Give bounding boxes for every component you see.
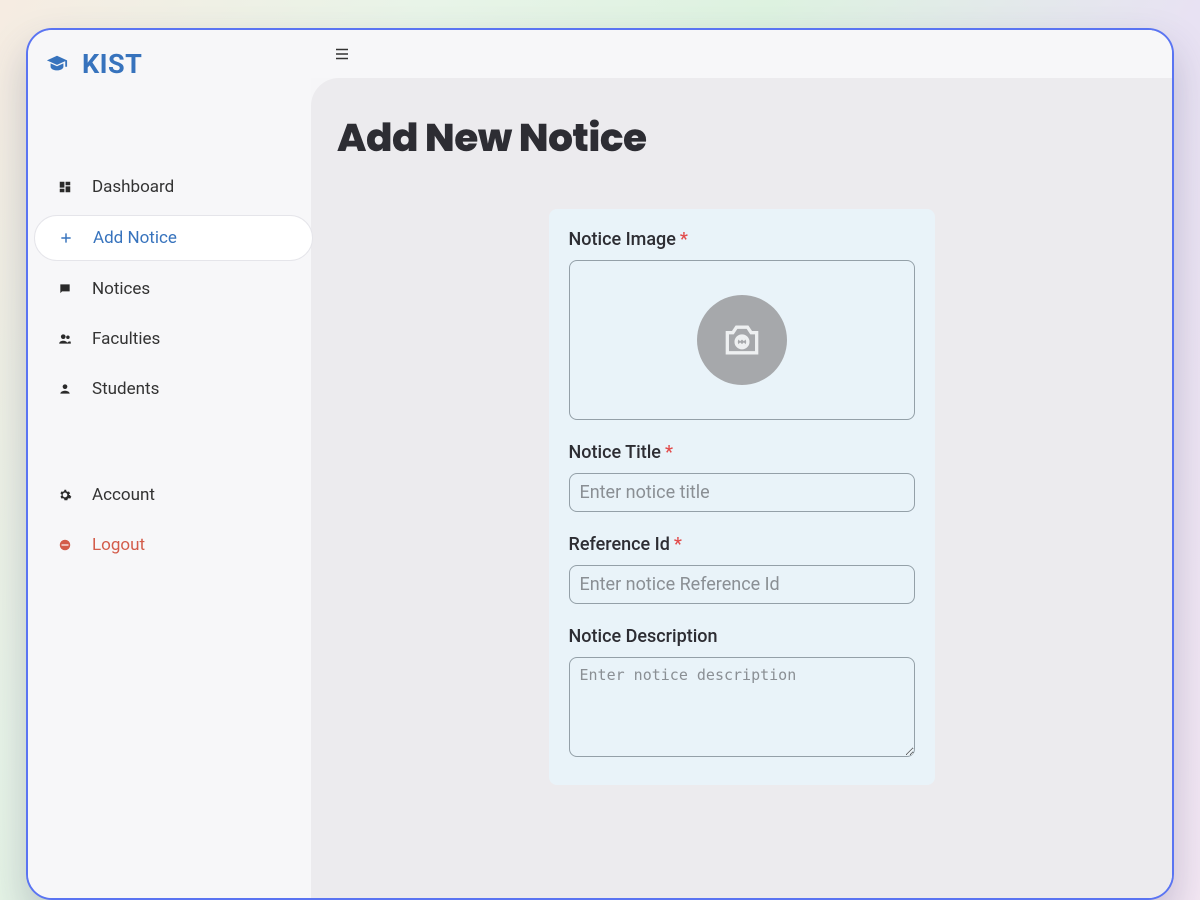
hamburger-icon[interactable] bbox=[333, 45, 351, 63]
required-mark: * bbox=[680, 229, 688, 250]
sidebar-item-label: Notices bbox=[92, 279, 150, 299]
sidebar-item-dashboard[interactable]: Dashboard bbox=[34, 165, 305, 209]
sidebar-item-label: Students bbox=[92, 379, 159, 399]
users-icon bbox=[56, 332, 74, 346]
sidebar-item-faculties[interactable]: Faculties bbox=[34, 317, 305, 361]
notice-image-upload[interactable] bbox=[569, 260, 915, 420]
content: Add New Notice Notice Image * bbox=[311, 78, 1172, 898]
notice-title-label: Notice Title * bbox=[569, 442, 915, 463]
gear-icon bbox=[56, 488, 74, 502]
required-mark: * bbox=[665, 442, 673, 463]
sidebar-item-label: Account bbox=[92, 485, 155, 505]
notice-description-input[interactable] bbox=[569, 657, 915, 757]
chat-icon bbox=[56, 282, 74, 296]
sidebar-item-account[interactable]: Account bbox=[34, 473, 305, 517]
sidebar-item-logout[interactable]: Logout bbox=[34, 523, 305, 567]
plus-icon bbox=[57, 231, 75, 245]
nav: Dashboard Add Notice Notices Faculties bbox=[28, 162, 311, 570]
app-window: KIST Dashboard Add Notice Notices bbox=[26, 28, 1174, 900]
graduation-cap-icon bbox=[46, 53, 68, 75]
reference-id-label: Reference Id * bbox=[569, 534, 915, 555]
brand-name: KIST bbox=[82, 48, 142, 80]
sidebar-item-label: Logout bbox=[92, 535, 145, 555]
sidebar-item-notices[interactable]: Notices bbox=[34, 267, 305, 311]
notice-image-label: Notice Image * bbox=[569, 229, 915, 250]
dashboard-icon bbox=[56, 180, 74, 194]
user-icon bbox=[56, 382, 74, 396]
required-mark: * bbox=[674, 534, 682, 555]
sidebar-item-label: Add Notice bbox=[93, 228, 177, 248]
reference-id-input[interactable] bbox=[569, 565, 915, 604]
topbar bbox=[311, 30, 1172, 78]
notice-description-label: Notice Description bbox=[569, 626, 915, 647]
camera-icon bbox=[697, 295, 787, 385]
sidebar-item-add-notice[interactable]: Add Notice bbox=[34, 215, 313, 261]
main: Add New Notice Notice Image * bbox=[311, 30, 1172, 898]
sidebar-item-label: Dashboard bbox=[92, 177, 174, 197]
page-title: Add New Notice bbox=[337, 108, 1172, 167]
add-notice-form: Notice Image * Notice Title * bbox=[549, 209, 935, 785]
logout-icon bbox=[56, 538, 74, 552]
sidebar-item-label: Faculties bbox=[92, 329, 160, 349]
sidebar: KIST Dashboard Add Notice Notices bbox=[28, 30, 311, 898]
notice-title-input[interactable] bbox=[569, 473, 915, 512]
sidebar-item-students[interactable]: Students bbox=[34, 367, 305, 411]
brand: KIST bbox=[28, 44, 311, 80]
